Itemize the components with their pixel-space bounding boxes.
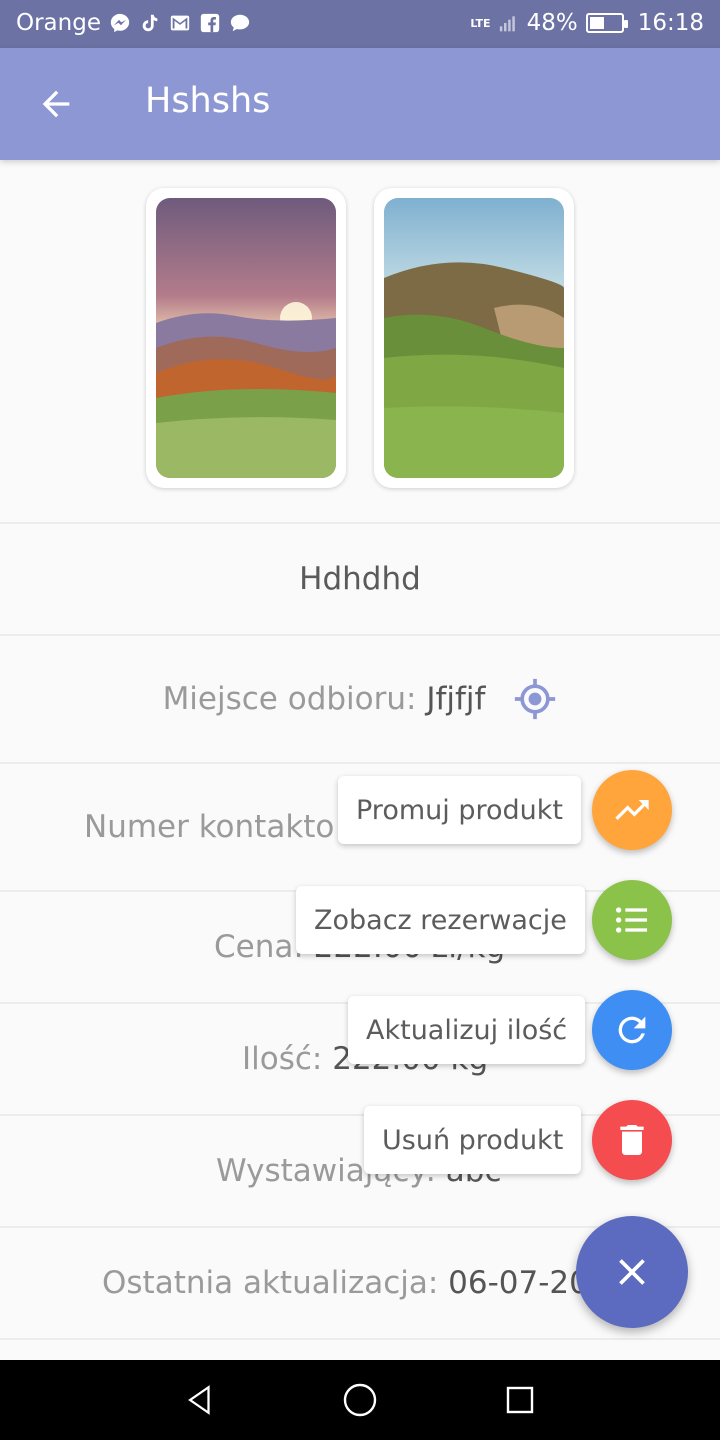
trending-up-icon (615, 800, 649, 820)
carrier-name: Orange (16, 10, 101, 36)
product-photo-sunset (156, 198, 336, 478)
nav-back-button[interactable] (180, 1380, 220, 1420)
pickup-place-row: Miejsce odbioru: Jfjfjf (0, 634, 720, 762)
nav-home-button[interactable] (340, 1380, 380, 1420)
facebook-icon (200, 13, 220, 33)
product-images (0, 160, 720, 522)
system-navigation-bar (0, 1360, 720, 1440)
pickup-place-label: Miejsce odbioru: (162, 681, 417, 717)
delete-product-label[interactable]: Usuń produkt (364, 1106, 582, 1174)
promote-product-button[interactable] (592, 770, 672, 850)
clock: 16:18 (637, 10, 704, 36)
refresh-icon (618, 1016, 646, 1044)
update-quantity-label[interactable]: Aktualizuj ilość (348, 996, 586, 1064)
status-bar: Orange LTE 48% 16:18 (0, 0, 720, 48)
page-title: Hshshs (145, 81, 271, 121)
signal-icon (499, 16, 515, 32)
content-divider (0, 1338, 720, 1360)
product-name: Hdhdhd (299, 561, 421, 597)
view-reservations-button[interactable] (592, 880, 672, 960)
arrow-left-icon (42, 90, 70, 118)
updated-value: 06-07-20 (448, 1265, 589, 1301)
message-bubble-icon (230, 14, 250, 32)
tiktok-icon (142, 14, 158, 32)
battery-fill (589, 17, 604, 29)
list-icon (616, 907, 647, 933)
phone-label: Numer kontakto (84, 809, 335, 845)
pickup-place-value: Jfjfjf (426, 681, 486, 717)
trash-icon (620, 1125, 644, 1155)
updated-label: Ostatnia aktualizacja: (102, 1265, 439, 1301)
view-reservations-label[interactable]: Zobacz rezerwacje (296, 886, 585, 954)
product-details-screen: Orange LTE 48% 16:18 Hshshs Hdhdhd Miejs… (0, 0, 720, 1440)
close-icon (619, 1259, 645, 1285)
battery-percent: 48% (526, 10, 578, 36)
messenger-icon (110, 13, 130, 33)
promote-product-label[interactable]: Promuj produkt (338, 776, 581, 844)
network-type: LTE (470, 16, 491, 30)
triangle-back-icon (188, 1385, 210, 1415)
product-image-card[interactable] (374, 188, 574, 488)
app-bar: Hshshs (0, 48, 720, 160)
delete-product-button[interactable] (592, 1100, 672, 1180)
battery-icon (585, 13, 628, 33)
circle-home-icon (343, 1383, 377, 1417)
back-button[interactable] (28, 76, 84, 132)
update-quantity-button[interactable] (592, 990, 672, 1070)
status-left: Orange (16, 10, 251, 36)
location-target-icon[interactable] (513, 677, 557, 721)
price-label: Cena: (214, 929, 304, 965)
product-name-row: Hdhdhd (0, 522, 720, 634)
close-fab-menu-button[interactable] (576, 1216, 688, 1328)
nav-recents-button[interactable] (500, 1380, 540, 1420)
product-image-card[interactable] (146, 188, 346, 488)
quantity-label: Ilość: (242, 1041, 323, 1077)
product-photo-hills (384, 198, 564, 478)
status-right: LTE 48% 16:18 (470, 10, 704, 36)
square-recents-icon (506, 1386, 534, 1414)
gmail-icon (170, 15, 190, 31)
